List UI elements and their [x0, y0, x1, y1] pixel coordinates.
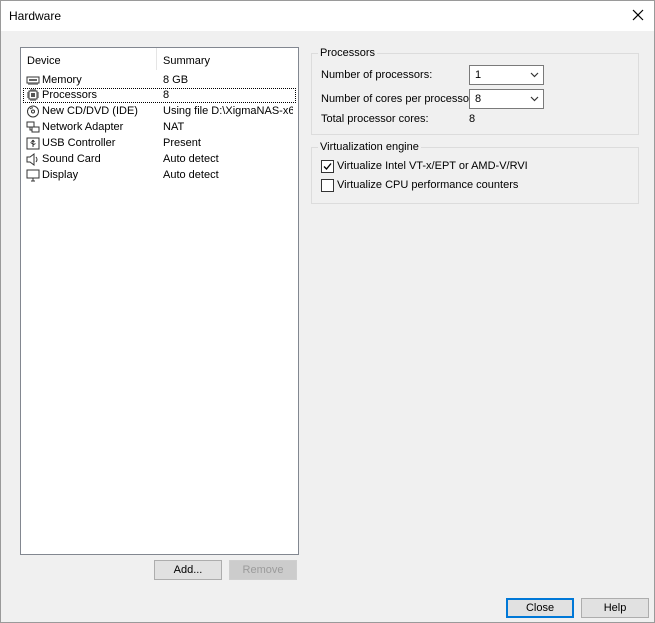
virtualize-vtx-checkbox[interactable]: [321, 160, 334, 173]
device-summary: Auto detect: [163, 153, 219, 165]
hardware-dialog: Hardware Device Summary Memory 8 GB Proc…: [0, 0, 655, 623]
device-summary: 8 GB: [163, 74, 189, 86]
device-row-display[interactable]: Display Auto detect: [23, 168, 296, 183]
device-summary: Using file D:\XigmaNAS-x6...: [163, 105, 293, 117]
processors-group: Processors Number of processors: 1 Numbe…: [311, 47, 639, 135]
network-adapter-icon: [26, 121, 40, 133]
speaker-icon: [26, 153, 38, 166]
total-cores-value: 8: [469, 113, 476, 125]
close-button[interactable]: Close: [506, 598, 574, 618]
checkmark-icon: [323, 163, 332, 170]
usb-icon: [26, 137, 40, 150]
cores-per-processor-value: 8: [475, 93, 482, 105]
virtualize-vtx-label[interactable]: Virtualize Intel VT-x/EPT or AMD-V/RVI: [337, 160, 528, 172]
processor-icon: [27, 89, 39, 101]
virtualization-group-title: Virtualization engine: [318, 141, 421, 153]
cores-per-processor-label: Number of cores per processor:: [321, 93, 476, 105]
device-name: Network Adapter: [42, 121, 124, 133]
virtualize-perf-counters-label[interactable]: Virtualize CPU performance counters: [337, 179, 518, 191]
device-row-memory[interactable]: Memory 8 GB: [23, 73, 296, 88]
remove-button[interactable]: Remove: [229, 560, 297, 580]
num-processors-label: Number of processors:: [321, 69, 433, 81]
device-name: Memory: [42, 74, 82, 86]
window-title: Hardware: [9, 9, 62, 23]
column-header-summary[interactable]: Summary: [163, 55, 210, 67]
column-divider[interactable]: [156, 48, 157, 70]
device-row-cd-dvd[interactable]: New CD/DVD (IDE) Using file D:\XigmaNAS-…: [23, 104, 296, 119]
chevron-down-icon: [530, 96, 539, 102]
close-icon: [632, 9, 644, 21]
virtualization-engine-group: Virtualization engine Virtualize Intel V…: [311, 141, 639, 204]
title-bar: Hardware: [1, 1, 654, 31]
device-row-sound-card[interactable]: Sound Card Auto detect: [23, 152, 296, 167]
device-name: New CD/DVD (IDE): [42, 105, 138, 117]
num-processors-value: 1: [475, 69, 482, 81]
device-row-processors[interactable]: Processors 8: [23, 88, 296, 103]
device-name: Sound Card: [42, 153, 101, 165]
device-list[interactable]: Device Summary Memory 8 GB Processors 8 …: [20, 47, 299, 555]
help-button[interactable]: Help: [581, 598, 649, 618]
num-processors-select[interactable]: 1: [469, 65, 544, 85]
column-header-device[interactable]: Device: [27, 55, 61, 67]
device-row-usb-controller[interactable]: USB Controller Present: [23, 136, 296, 151]
device-summary: Auto detect: [163, 169, 219, 181]
close-window-button[interactable]: [628, 5, 648, 25]
add-button[interactable]: Add...: [154, 560, 222, 580]
processors-group-title: Processors: [318, 47, 378, 59]
total-cores-label: Total processor cores:: [321, 113, 429, 125]
device-summary: 8: [163, 89, 170, 101]
virtualize-perf-counters-checkbox[interactable]: [321, 179, 334, 192]
memory-icon: [26, 76, 40, 85]
device-name: USB Controller: [42, 137, 116, 149]
device-row-network-adapter[interactable]: Network Adapter NAT: [23, 120, 296, 135]
cores-per-processor-select[interactable]: 8: [469, 89, 544, 109]
device-summary: NAT: [163, 121, 185, 133]
device-summary: Present: [163, 137, 201, 149]
device-name: Processors: [42, 89, 98, 101]
monitor-icon: [26, 169, 40, 182]
device-name: Display: [42, 169, 79, 181]
cd-dvd-icon: [27, 105, 39, 118]
chevron-down-icon: [530, 72, 539, 78]
